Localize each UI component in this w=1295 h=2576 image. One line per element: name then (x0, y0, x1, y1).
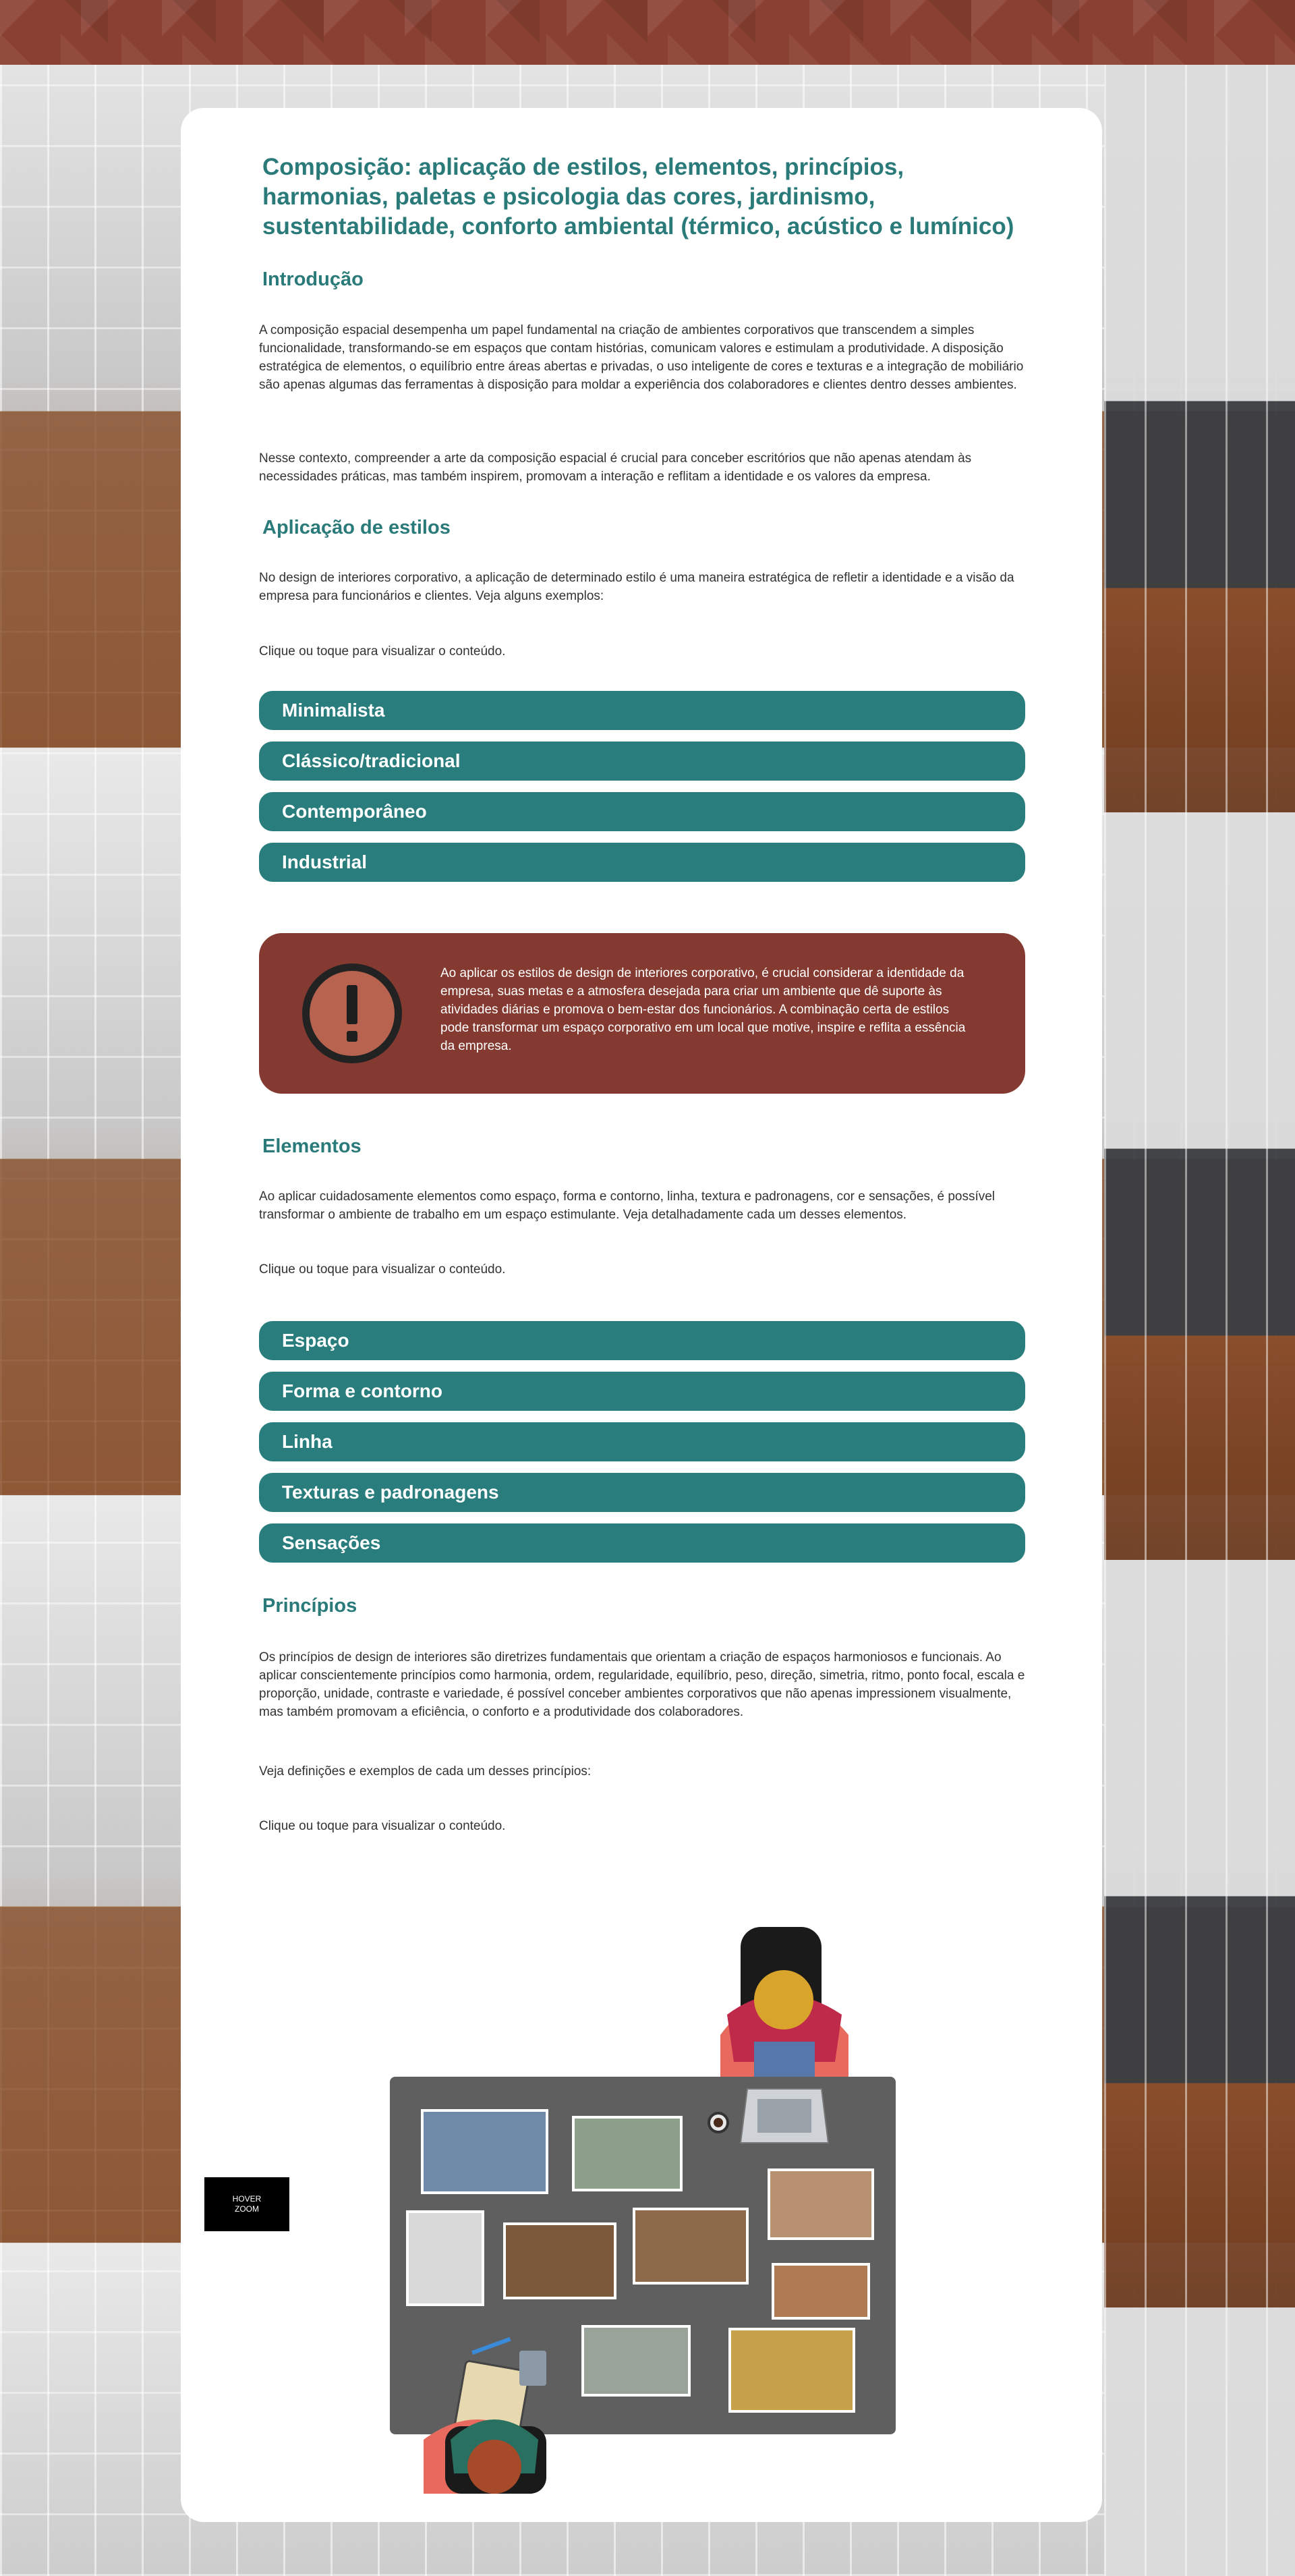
laptop-keyboard (757, 2099, 811, 2133)
photo-office-7 (772, 2263, 870, 2320)
person-top-head (754, 1970, 813, 2029)
photo-office-3 (768, 2168, 874, 2240)
intro-paragraph-1: A composição espacial desempenha um pape… (259, 323, 1024, 392)
intro-paragraph-2: Nesse contexto, compreender a arte da co… (259, 451, 972, 484)
photo-office-6 (633, 2208, 749, 2285)
hover-zoom-line2: ZOOM (235, 2204, 259, 2214)
styles-accordion: Minimalista Clássico/tradicional Contemp… (259, 691, 1025, 893)
accordion-linha[interactable]: Linha (259, 1422, 1025, 1461)
background-office-sketch (1104, 65, 1295, 2576)
section-title-introducao: Introdução (262, 269, 364, 290)
styles-paragraph: No design de interiores corporativo, a a… (259, 571, 1014, 603)
accordion-sensacoes[interactable]: Sensações (259, 1523, 1025, 1563)
photo-office-4 (406, 2210, 484, 2306)
accordion-forma-contorno[interactable]: Forma e contorno (259, 1372, 1025, 1411)
photo-office-5 (503, 2222, 616, 2299)
elements-paragraph: Ao aplicar cuidadosamente elementos como… (259, 1189, 996, 1222)
accordion-texturas[interactable]: Texturas e padronagens (259, 1473, 1025, 1512)
accordion-contemporaneo[interactable]: Contemporâneo (259, 792, 1025, 831)
hover-zoom-button[interactable]: HOVER ZOOM (204, 2177, 289, 2231)
coffee-icon (714, 2118, 723, 2127)
hover-zoom-line1: HOVER (232, 2194, 262, 2204)
photo-office-1 (421, 2109, 548, 2194)
person-top-jeans (754, 2042, 815, 2082)
accordion-espaco[interactable]: Espaço (259, 1321, 1025, 1360)
content-card: Composição: aplicação de estilos, elemen… (181, 108, 1102, 2522)
person-bottom-head (467, 2440, 521, 2494)
accordion-classico[interactable]: Clássico/tradicional (259, 741, 1025, 781)
photo-office-2 (572, 2116, 683, 2191)
section-title-elementos: Elementos (262, 1136, 362, 1157)
page-title: Composição: aplicação de estilos, elemen… (262, 154, 1014, 240)
principles-click-hint: Clique ou toque para visualizar o conteú… (259, 1819, 506, 1833)
principles-paragraph-1: Os princípios de design de interiores sã… (259, 1650, 1025, 1719)
calculator-icon (519, 2351, 546, 2386)
elements-accordion: Espaço Forma e contorno Linha Texturas e… (259, 1321, 1025, 1574)
styles-callout: Ao aplicar os estilos de design de inter… (259, 933, 1025, 1094)
styles-click-hint: Clique ou toque para visualizar o conteú… (259, 644, 506, 659)
section-title-principios: Princípios (262, 1595, 357, 1617)
principles-paragraph-2: Veja definições e exemplos de cada um de… (259, 1764, 592, 1779)
accordion-minimalista[interactable]: Minimalista (259, 691, 1025, 730)
section-title-estilos: Aplicação de estilos (262, 517, 451, 538)
exclamation-icon (302, 963, 402, 1063)
styles-callout-text: Ao aplicar os estilos de design de inter… (440, 966, 966, 1053)
photo-office-9 (728, 2328, 855, 2413)
top-banner (0, 0, 1295, 65)
elements-click-hint: Clique ou toque para visualizar o conteú… (259, 1262, 506, 1277)
accordion-industrial[interactable]: Industrial (259, 843, 1025, 882)
desk-illustration (390, 1927, 896, 2494)
photo-office-8 (581, 2325, 691, 2397)
